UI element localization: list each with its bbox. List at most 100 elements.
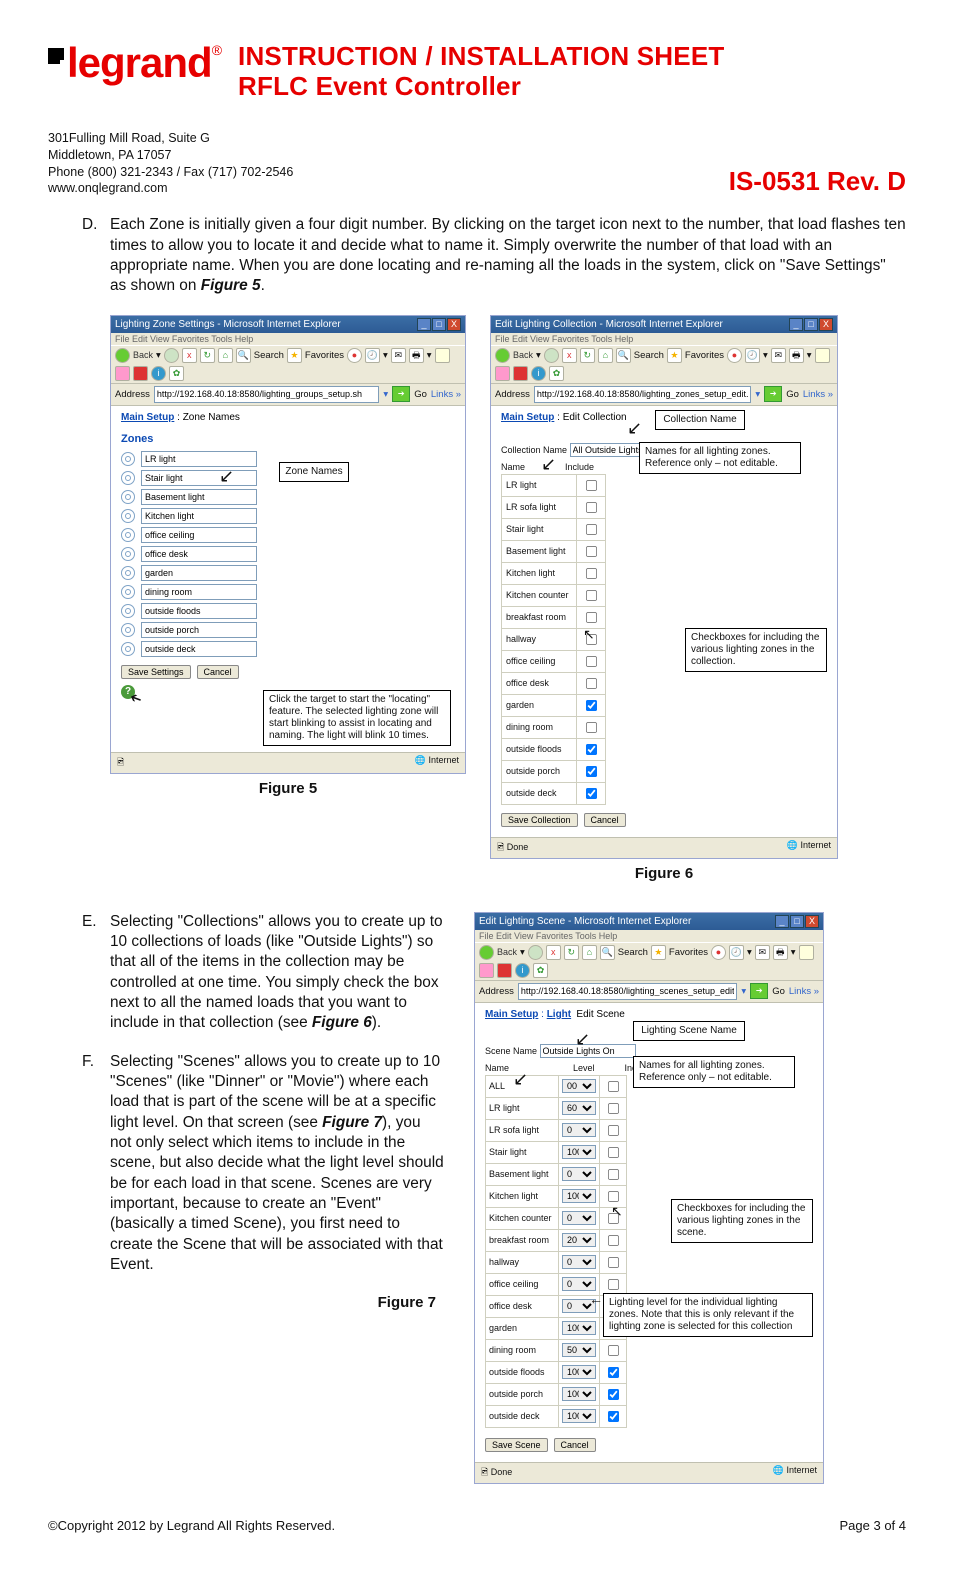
include-checkbox[interactable] <box>586 634 597 645</box>
edit-icon[interactable] <box>435 348 450 363</box>
include-checkbox[interactable] <box>608 1345 619 1356</box>
include-checkbox[interactable] <box>608 1081 619 1092</box>
cancel-button[interactable]: Cancel <box>554 1438 596 1452</box>
cancel-button[interactable]: Cancel <box>197 665 239 679</box>
forward-icon[interactable] <box>544 348 559 363</box>
include-checkbox[interactable] <box>586 766 597 777</box>
zone-name-input[interactable] <box>141 622 257 638</box>
favorites-icon[interactable]: ★ <box>667 348 682 363</box>
include-checkbox[interactable] <box>608 1257 619 1268</box>
favorites-icon[interactable]: ★ <box>651 945 666 960</box>
include-checkbox[interactable] <box>608 1125 619 1136</box>
target-icon[interactable] <box>121 585 135 599</box>
save-collection-button[interactable]: Save Collection <box>501 813 578 827</box>
stop-icon[interactable]: x <box>546 945 561 960</box>
include-checkbox[interactable] <box>608 1367 619 1378</box>
level-select[interactable]: 100 <box>562 1409 596 1423</box>
include-checkbox[interactable] <box>608 1213 619 1224</box>
links-label[interactable]: Links » <box>431 389 461 400</box>
target-icon[interactable] <box>121 604 135 618</box>
level-select[interactable]: 20 <box>562 1233 596 1247</box>
address-input[interactable] <box>518 983 738 1000</box>
target-icon[interactable] <box>121 509 135 523</box>
level-select[interactable]: 0 <box>562 1299 596 1313</box>
level-select[interactable]: 100 <box>562 1365 596 1379</box>
include-checkbox[interactable] <box>608 1411 619 1422</box>
target-icon[interactable] <box>121 528 135 542</box>
media-icon[interactable]: ● <box>711 945 726 960</box>
address-input[interactable] <box>534 386 752 403</box>
target-icon[interactable] <box>121 471 135 485</box>
include-checkbox[interactable] <box>586 502 597 513</box>
forward-icon[interactable] <box>164 348 179 363</box>
go-button[interactable]: ➔ <box>392 386 410 402</box>
zone-name-input[interactable] <box>141 527 257 543</box>
search-icon[interactable]: 🔍 <box>600 945 615 960</box>
discuss-icon[interactable] <box>115 366 130 381</box>
target-icon[interactable] <box>121 623 135 637</box>
zone-name-input[interactable] <box>141 508 257 524</box>
discuss-icon[interactable] <box>495 366 510 381</box>
back-icon[interactable] <box>479 945 494 960</box>
include-checkbox[interactable] <box>586 590 597 601</box>
breadcrumb-main[interactable]: Main Setup <box>501 412 554 423</box>
level-select[interactable]: 0 <box>562 1255 596 1269</box>
include-checkbox[interactable] <box>586 568 597 579</box>
zone-name-input[interactable] <box>141 451 257 467</box>
home-icon[interactable]: ⌂ <box>218 348 233 363</box>
zone-name-input[interactable] <box>141 546 257 562</box>
home-icon[interactable]: ⌂ <box>598 348 613 363</box>
zone-name-input[interactable] <box>141 584 257 600</box>
include-checkbox[interactable] <box>608 1389 619 1400</box>
history-icon[interactable]: 🕗 <box>745 348 760 363</box>
help-icon[interactable]: ? <box>121 685 135 699</box>
stop-icon[interactable]: x <box>182 348 197 363</box>
stop-icon[interactable]: x <box>562 348 577 363</box>
cancel-button[interactable]: Cancel <box>584 813 626 827</box>
discuss-icon[interactable] <box>479 963 494 978</box>
search-icon[interactable]: 🔍 <box>616 348 631 363</box>
zone-name-input[interactable] <box>141 641 257 657</box>
info-icon[interactable]: i <box>515 963 530 978</box>
include-checkbox[interactable] <box>586 722 597 733</box>
zone-name-input[interactable] <box>141 603 257 619</box>
mail-icon[interactable]: ✉ <box>755 945 770 960</box>
breadcrumb-main[interactable]: Main Setup <box>121 412 174 423</box>
go-button[interactable]: ➔ <box>764 386 782 402</box>
include-checkbox[interactable] <box>608 1235 619 1246</box>
media-icon[interactable]: ● <box>347 348 362 363</box>
target-icon[interactable] <box>121 566 135 580</box>
info-icon[interactable]: i <box>531 366 546 381</box>
level-select[interactable]: 0 <box>562 1277 596 1291</box>
zone-name-input[interactable] <box>141 489 257 505</box>
misc-icon[interactable]: ✿ <box>549 366 564 381</box>
favorites-icon[interactable]: ★ <box>287 348 302 363</box>
info-icon[interactable]: i <box>151 366 166 381</box>
forward-icon[interactable] <box>528 945 543 960</box>
target-icon[interactable] <box>121 490 135 504</box>
level-select[interactable]: 0 <box>562 1167 596 1181</box>
include-checkbox[interactable] <box>586 788 597 799</box>
level-select[interactable]: 0 <box>562 1211 596 1225</box>
go-button[interactable]: ➔ <box>750 983 768 999</box>
level-select[interactable]: 0 <box>562 1123 596 1137</box>
level-select[interactable]: 60 <box>562 1101 596 1115</box>
include-checkbox[interactable] <box>608 1147 619 1158</box>
messenger-icon[interactable] <box>513 366 528 381</box>
edit-icon[interactable] <box>799 945 814 960</box>
include-checkbox[interactable] <box>586 678 597 689</box>
media-icon[interactable]: ● <box>727 348 742 363</box>
misc-icon[interactable]: ✿ <box>169 366 184 381</box>
level-select[interactable]: 00 <box>562 1079 596 1093</box>
edit-icon[interactable] <box>815 348 830 363</box>
mail-icon[interactable]: ✉ <box>771 348 786 363</box>
include-checkbox[interactable] <box>608 1279 619 1290</box>
include-checkbox[interactable] <box>608 1169 619 1180</box>
include-checkbox[interactable] <box>586 656 597 667</box>
target-icon[interactable] <box>121 452 135 466</box>
level-select[interactable]: 100 <box>562 1189 596 1203</box>
messenger-icon[interactable] <box>497 963 512 978</box>
level-select[interactable]: 100 <box>562 1387 596 1401</box>
include-checkbox[interactable] <box>586 524 597 535</box>
back-icon[interactable] <box>495 348 510 363</box>
